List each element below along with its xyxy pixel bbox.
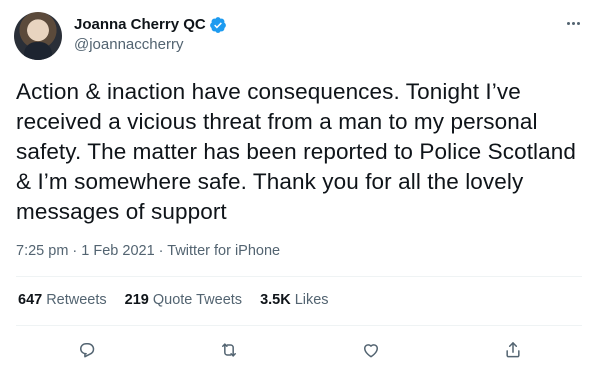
retweet-label: Retweets [46,292,107,308]
retweet-count: 647 [18,292,43,308]
quote-tweet-count: 219 [124,292,149,308]
more-icon[interactable] [562,14,584,32]
stat-likes[interactable]: 3.5K Likes [260,290,329,310]
stat-retweets[interactable]: 647 Retweets [18,290,107,310]
share-button[interactable] [499,336,527,364]
verified-badge-icon [209,17,226,33]
like-label: Likes [294,292,329,308]
share-icon [506,342,520,358]
like-button[interactable] [357,336,385,364]
tweet-text: Action & inaction have consequences. Ton… [16,79,576,224]
divider [16,276,582,277]
reply-button[interactable] [73,336,101,364]
tweet-stats: 647 Retweets 219 Quote Tweets 3.5K Likes [18,290,347,310]
tweet-actions [0,336,598,364]
reply-icon [80,343,95,358]
author-name-row: Joanna Cherry QC [74,15,227,35]
divider [16,325,582,326]
tweet-meta[interactable]: 7:25 pm · 1 Feb 2021 · Twitter for iPhon… [16,241,280,261]
author-handle[interactable]: @joannaccherry [74,35,183,55]
retweet-button[interactable] [215,336,243,364]
retweet-icon [222,343,236,357]
quote-tweet-label: Quote Tweets [152,292,243,308]
tweet-card: Joanna Cherry QC @joannaccherry Action &… [0,0,598,374]
stat-quote-tweets[interactable]: 219 Quote Tweets [125,290,242,310]
avatar[interactable] [14,12,62,60]
like-icon [364,344,378,358]
like-count: 3.5K [260,292,291,308]
author-name[interactable]: Joanna Cherry QC [74,15,206,35]
